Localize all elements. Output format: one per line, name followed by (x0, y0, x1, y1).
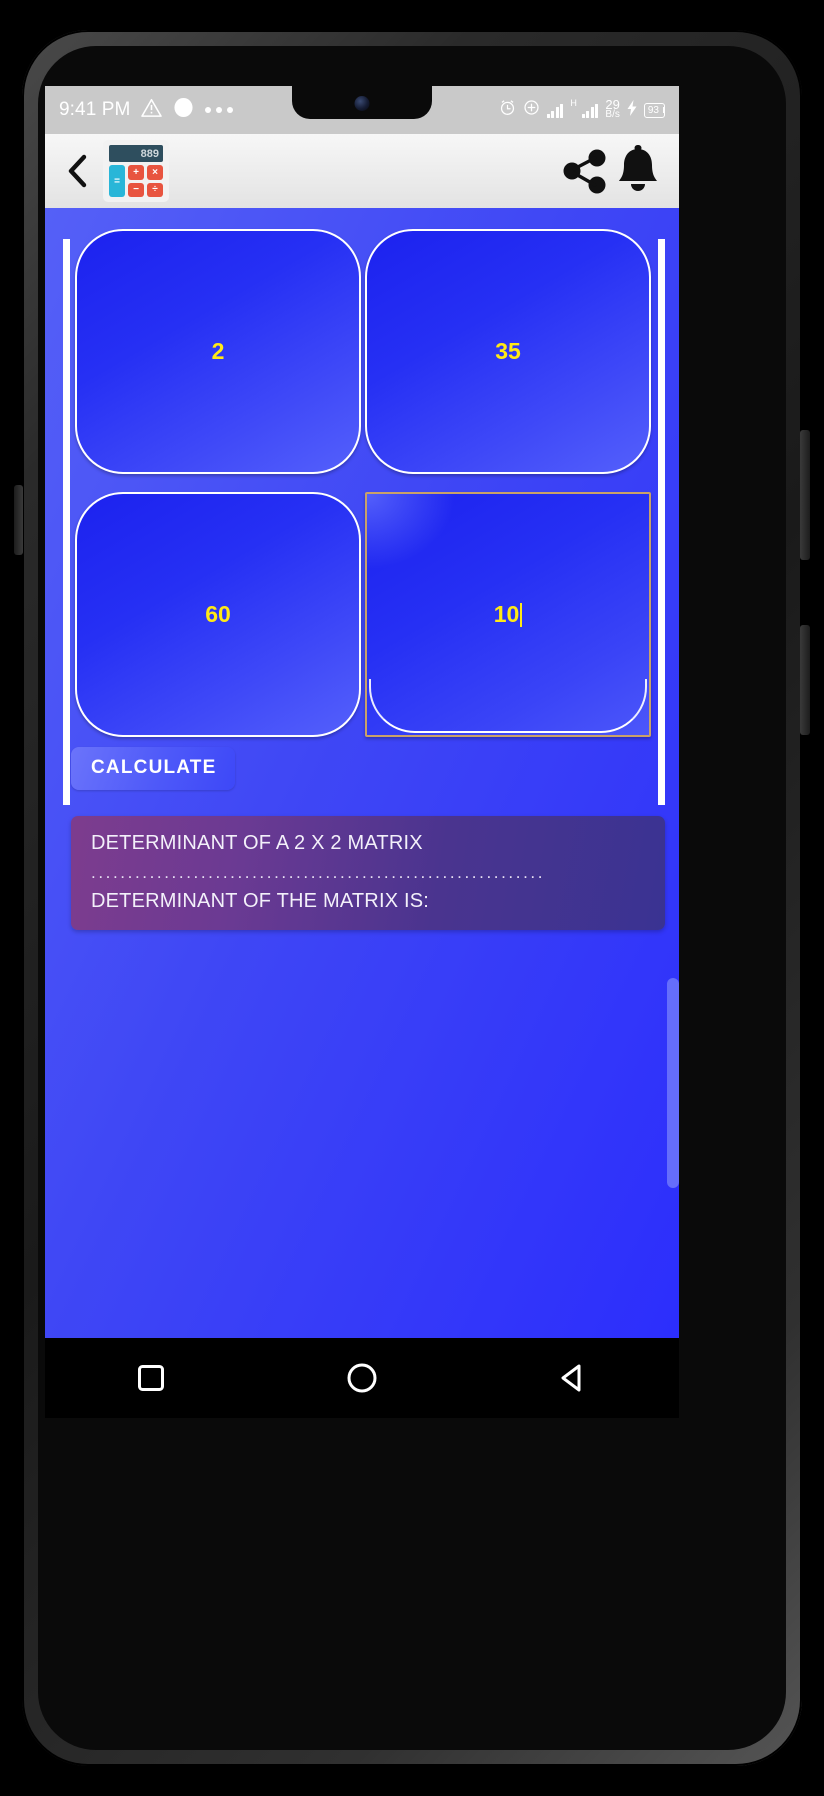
calc-key-minus: − (128, 182, 144, 197)
network-type-label: H (570, 98, 577, 108)
bell-icon (619, 145, 657, 191)
calc-key-times: × (147, 165, 163, 180)
record-dot-icon (173, 97, 194, 123)
app-bar: 889 + × = − ÷ (45, 134, 679, 208)
circle-home-icon (347, 1363, 377, 1393)
scrollbar-thumb[interactable] (667, 978, 679, 1188)
network-speed: 29 B/s (605, 98, 620, 120)
matrix-cell-a22[interactable]: 10 (365, 492, 651, 737)
phone-screen: 9:41 PM H 29 B/s 93 889 + × = − ÷ 2 35 6… (45, 86, 679, 1418)
front-camera (354, 96, 370, 111)
status-bar-left: 9:41 PM (59, 97, 234, 123)
matrix-cell-a11[interactable]: 2 (75, 229, 361, 474)
share-button[interactable] (557, 145, 613, 197)
calc-key-equals: = (109, 165, 125, 197)
matrix-right-rail (658, 239, 665, 805)
result-label: DETERMINANT OF THE MATRIX IS: (91, 890, 430, 912)
signal-bars-icon (546, 103, 564, 118)
matrix-input-area: 2 35 60 10 (45, 229, 679, 805)
battery-indicator: 93 (643, 102, 665, 118)
matrix-cell-a21-value: 60 (205, 601, 231, 627)
chevron-left-icon (68, 154, 87, 188)
status-bar-right: H 29 B/s 93 (499, 98, 665, 121)
power-button[interactable] (800, 430, 810, 560)
share-icon (563, 149, 606, 194)
result-panel: DETERMINANT OF A 2 X 2 MATRIX ..........… (71, 816, 665, 930)
recents-button[interactable] (116, 1348, 186, 1408)
network-speed-unit: B/s (605, 109, 620, 120)
back-button[interactable] (61, 154, 95, 188)
matrix-cell-a21[interactable]: 60 (75, 492, 361, 737)
square-recents-icon (137, 1365, 164, 1391)
calculator-keys: + × = − ÷ (109, 165, 163, 197)
app-content: 2 35 60 10 CALCULATE DETERMINANT OF A 2 … (45, 208, 679, 1338)
back-nav-button[interactable] (538, 1348, 608, 1408)
notification-button[interactable] (613, 145, 663, 197)
system-nav-bar (45, 1338, 679, 1418)
matrix-left-rail (63, 239, 70, 805)
charging-bolt-icon (627, 99, 637, 121)
calculator-display: 889 (109, 145, 163, 162)
alarm-clock-icon (499, 99, 516, 121)
result-title: DETERMINANT OF A 2 X 2 MATRIX (91, 832, 423, 854)
matrix-row-2: 60 10 (47, 492, 677, 737)
matrix-cell-a12-value: 35 (495, 338, 521, 364)
add-circle-icon (523, 99, 540, 121)
left-side-button[interactable] (14, 485, 23, 555)
more-dots-icon (205, 107, 234, 113)
matrix-cell-a12[interactable]: 35 (365, 229, 651, 474)
calc-key-plus: + (128, 165, 144, 180)
calculator-icon: 889 + × = − ÷ (103, 140, 169, 202)
calculate-button[interactable]: CALCULATE (71, 747, 235, 790)
text-caret (520, 602, 523, 627)
matrix-row-1: 2 35 (47, 229, 677, 474)
calc-key-divide: ÷ (147, 182, 163, 197)
matrix-cell-a22-value: 10 (493, 601, 520, 627)
status-clock: 9:41 PM (59, 99, 131, 120)
home-button[interactable] (327, 1348, 397, 1408)
result-divider: ........................................… (91, 863, 546, 882)
warning-triangle-icon (141, 98, 163, 122)
triangle-back-icon (561, 1364, 581, 1392)
volume-button[interactable] (800, 625, 810, 735)
calculate-row: CALCULATE (45, 737, 679, 790)
signal-bars-icon-2 (581, 103, 599, 118)
matrix-cell-a11-value: 2 (211, 338, 225, 364)
battery-level-label: 93 (647, 104, 659, 116)
